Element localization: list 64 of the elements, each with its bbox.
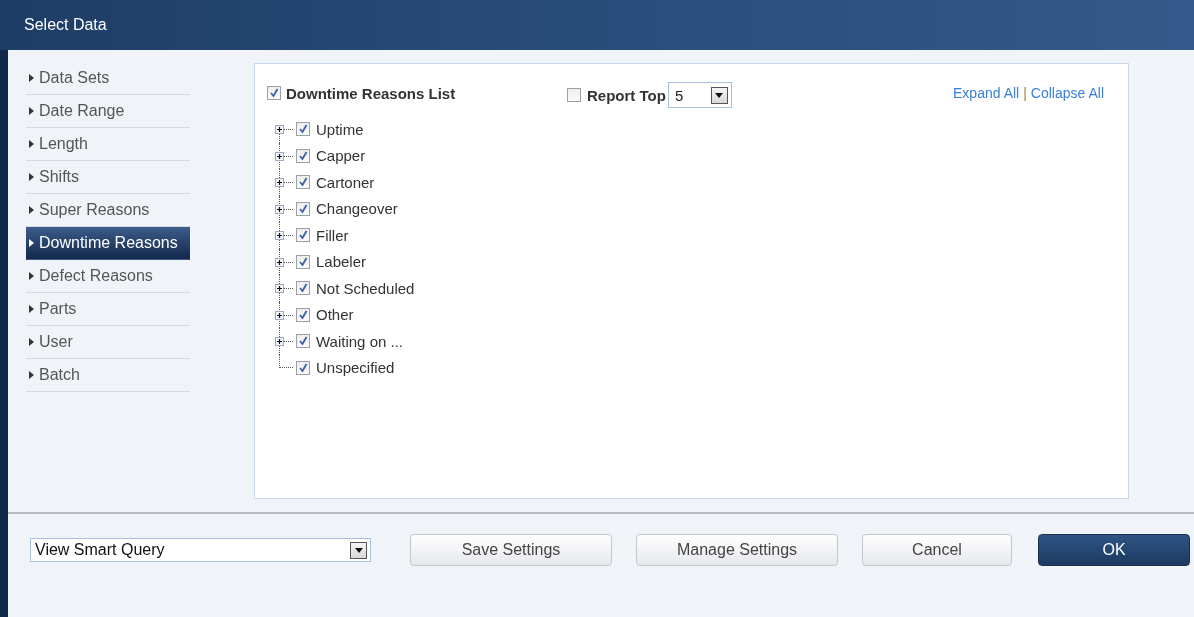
expand-icon[interactable] — [275, 204, 284, 214]
dialog-button[interactable]: Manage Settings — [636, 534, 838, 566]
checkbox[interactable] — [296, 281, 310, 296]
sidebar-item[interactable]: Downtime Reasons — [26, 227, 190, 260]
checkbox[interactable] — [296, 148, 310, 163]
sidebar-item[interactable]: User — [26, 326, 190, 359]
sidebar-item[interactable]: Data Sets — [26, 62, 190, 95]
sidebar-item[interactable]: Date Range — [26, 95, 190, 128]
expand-icon[interactable] — [275, 257, 284, 267]
checkbox[interactable] — [296, 307, 310, 322]
sidebar-item[interactable]: Defect Reasons — [26, 260, 190, 293]
triangle-icon — [29, 371, 34, 379]
checkbox[interactable] — [296, 175, 310, 190]
triangle-icon — [29, 107, 34, 115]
triangle-icon — [29, 140, 34, 148]
tree-item-label[interactable]: Cartoner — [316, 173, 375, 191]
expand-icon[interactable] — [275, 284, 284, 294]
checkbox[interactable] — [296, 334, 310, 349]
tree-item-label[interactable]: Unspecified — [316, 359, 395, 377]
tree-item-label[interactable]: Capper — [316, 147, 366, 165]
dialog-button[interactable]: OK — [1038, 534, 1190, 566]
checkbox[interactable] — [296, 201, 310, 216]
triangle-icon — [29, 173, 34, 181]
checkbox[interactable] — [296, 122, 310, 137]
expand-icon[interactable] — [275, 231, 284, 241]
smart-query-dropdown[interactable]: View Smart Query — [30, 538, 371, 562]
checkbox[interactable] — [296, 254, 310, 269]
tree-item-label[interactable]: Waiting on ... — [316, 332, 403, 350]
triangle-icon — [29, 272, 34, 280]
list-title: Downtime Reasons List — [286, 84, 456, 102]
link-separator: | — [1023, 85, 1027, 101]
dialog-button[interactable]: Save Settings — [410, 534, 612, 566]
sidebar-item[interactable]: Shifts — [26, 161, 190, 194]
triangle-icon — [29, 206, 34, 214]
expand-icon[interactable] — [275, 337, 284, 347]
sidebar-item[interactable]: Parts — [26, 293, 190, 326]
expand-icon[interactable] — [275, 178, 284, 188]
triangle-icon — [29, 338, 34, 346]
tree-item-label[interactable]: Not Scheduled — [316, 279, 415, 297]
report-top-label: Report Top — [587, 86, 666, 104]
caret-icon — [354, 547, 363, 553]
expand-icon[interactable] — [275, 151, 284, 161]
sidebar-item[interactable]: Batch — [26, 359, 190, 392]
expand-icon[interactable] — [275, 125, 284, 135]
top-count-dropdown[interactable]: 5 — [667, 82, 732, 108]
triangle-icon — [29, 74, 34, 82]
tree-item-label[interactable]: Filler — [316, 226, 349, 244]
triangle-icon — [29, 305, 34, 313]
triangle-icon — [29, 239, 34, 247]
tree-item-label[interactable]: Uptime — [316, 120, 364, 138]
checkbox[interactable] — [296, 360, 310, 375]
expand-icon[interactable] — [275, 310, 284, 320]
tree-item-label[interactable]: Changeover — [316, 200, 398, 218]
checkbox[interactable] — [567, 88, 581, 102]
tree-item-label[interactable]: Other — [316, 306, 354, 324]
checkbox[interactable] — [296, 228, 310, 243]
checkbox[interactable] — [267, 86, 281, 100]
expand-all-link[interactable]: Expand All — [953, 85, 1020, 101]
collapse-all-link[interactable]: Collapse All — [1030, 85, 1104, 101]
dialog-button[interactable]: Cancel — [862, 534, 1012, 566]
tree-item-label[interactable]: Labeler — [316, 253, 367, 271]
window-title: Select Data — [24, 16, 107, 34]
caret-icon — [715, 92, 724, 98]
sidebar-item[interactable]: Length — [26, 128, 190, 161]
